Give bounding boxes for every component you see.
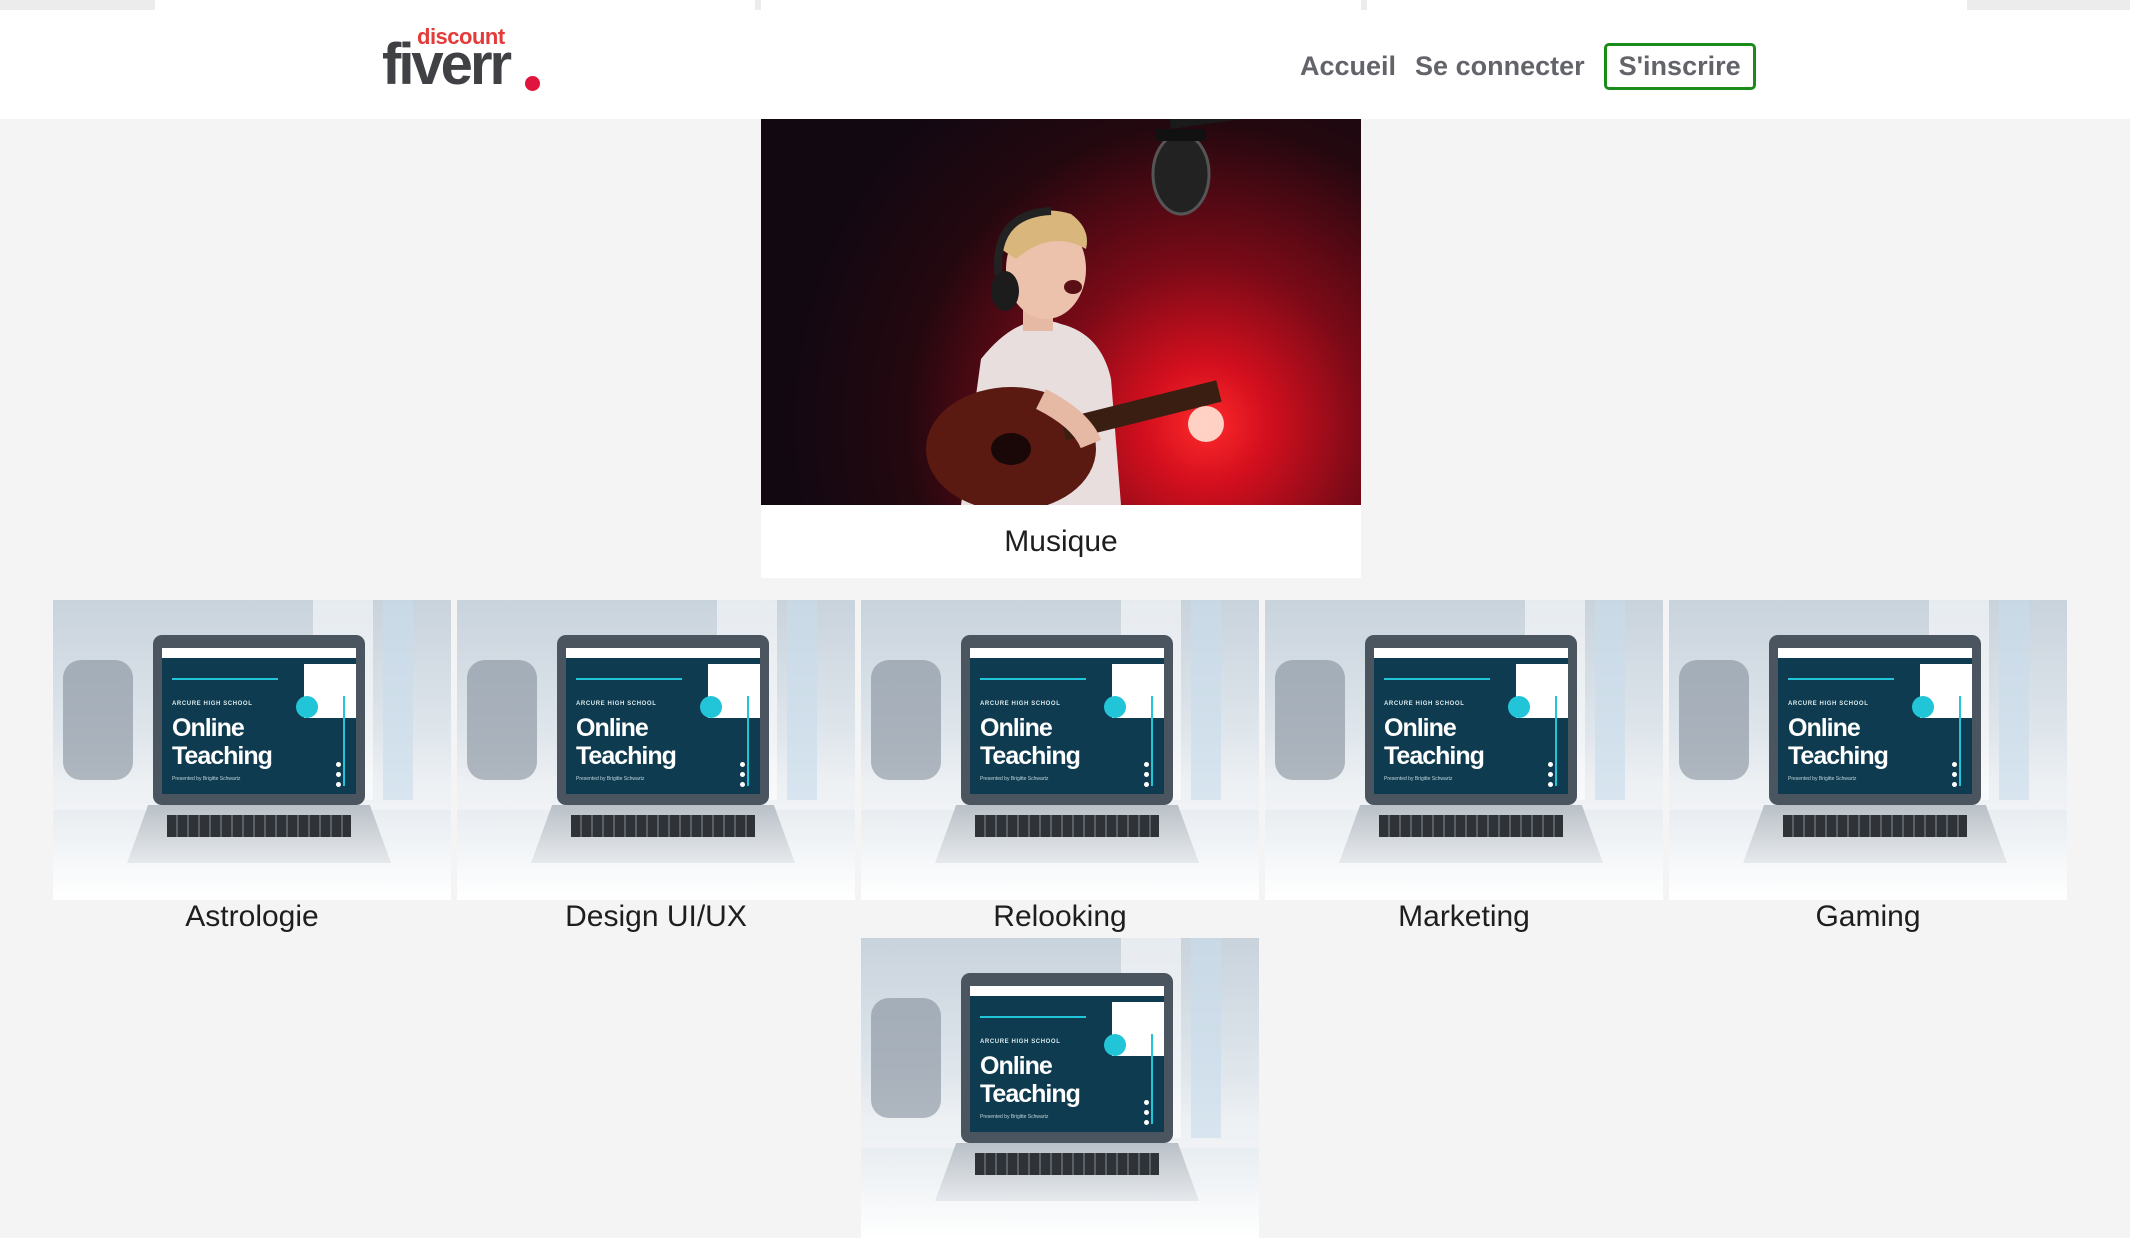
category-label[interactable]: Gaming — [1669, 897, 2067, 937]
category-tile-image[interactable]: ARCURE HIGH SCHOOL Online Teaching Presen… — [457, 600, 855, 900]
laptop-title-text: Online Teaching — [1788, 714, 1889, 770]
laptop-icon: ARCURE HIGH SCHOOL Online Teaching Presen… — [935, 973, 1199, 1203]
category-tile-image[interactable]: ARCURE HIGH SCHOOL Online Teaching Presen… — [53, 600, 451, 900]
category-tile-image[interactable]: ARCURE HIGH SCHOOL Online Teaching Presen… — [861, 600, 1259, 900]
laptop-icon: ARCURE HIGH SCHOOL Online Teaching Presen… — [531, 635, 795, 865]
laptop-presented-text: Presented by Brigitte Schwartz — [172, 776, 241, 782]
laptop-icon: ARCURE HIGH SCHOOL Online Teaching Presen… — [127, 635, 391, 865]
laptop-title-text: Online Teaching — [980, 1052, 1081, 1108]
laptop-school-text: ARCURE HIGH SCHOOL — [576, 701, 657, 707]
laptop-school-text: ARCURE HIGH SCHOOL — [1384, 701, 1465, 707]
laptop-title-text: Online Teaching — [980, 714, 1081, 770]
laptop-school-text: ARCURE HIGH SCHOOL — [172, 701, 253, 707]
laptop-school-text: ARCURE HIGH SCHOOL — [980, 701, 1061, 707]
laptop-presented-text: Presented by Brigitte Schwartz — [980, 776, 1049, 782]
laptop-icon: ARCURE HIGH SCHOOL Online Teaching Presen… — [935, 635, 1199, 865]
singer-illustration — [926, 119, 1330, 505]
fiverr-logo[interactable]: discount fiverr — [382, 24, 548, 94]
laptop-presented-text: Presented by Brigitte Schwartz — [576, 776, 645, 782]
category-label[interactable]: Design UI/UX — [457, 897, 855, 937]
laptop-presented-text: Presented by Brigitte Schwartz — [1384, 776, 1453, 782]
laptop-title-text: Online Teaching — [172, 714, 273, 770]
nav-login-link[interactable]: Se connecter — [1415, 38, 1585, 94]
music-photo — [761, 119, 1361, 505]
category-label[interactable]: Relooking — [861, 897, 1259, 937]
site-header: discount fiverr Accueil Se connecter S'i… — [0, 10, 2130, 119]
category-label[interactable]: Marketing — [1265, 897, 1663, 937]
category-tile-image[interactable]: ARCURE HIGH SCHOOL Online Teaching Presen… — [1669, 600, 2067, 900]
category-tile-image[interactable]: ARCURE HIGH SCHOOL Online Teaching Presen… — [861, 938, 1259, 1238]
main-nav: Accueil Se connecter S'inscrire — [1300, 38, 1756, 94]
laptop-school-text: ARCURE HIGH SCHOOL — [1788, 701, 1869, 707]
nav-home-link[interactable]: Accueil — [1300, 38, 1396, 94]
laptop-presented-text: Presented by Brigitte Schwartz — [980, 1114, 1049, 1120]
laptop-icon: ARCURE HIGH SCHOOL Online Teaching Presen… — [1743, 635, 2007, 865]
signup-button[interactable]: S'inscrire — [1603, 42, 1756, 90]
logo-fiverr-text: fiverr — [382, 32, 512, 97]
category-label[interactable]: Astrologie — [53, 897, 451, 937]
logo-dot — [525, 76, 540, 91]
featured-category-card[interactable]: Musique — [761, 119, 1361, 578]
top-strip — [0, 0, 2130, 10]
laptop-icon: ARCURE HIGH SCHOOL Online Teaching Presen… — [1339, 635, 1603, 865]
laptop-title-text: Online Teaching — [1384, 714, 1485, 770]
laptop-school-text: ARCURE HIGH SCHOOL — [980, 1039, 1061, 1045]
featured-category-label: Musique — [1004, 525, 1118, 558]
laptop-title-text: Online Teaching — [576, 714, 677, 770]
laptop-presented-text: Presented by Brigitte Schwartz — [1788, 776, 1857, 782]
category-tile-image[interactable]: ARCURE HIGH SCHOOL Online Teaching Presen… — [1265, 600, 1663, 900]
